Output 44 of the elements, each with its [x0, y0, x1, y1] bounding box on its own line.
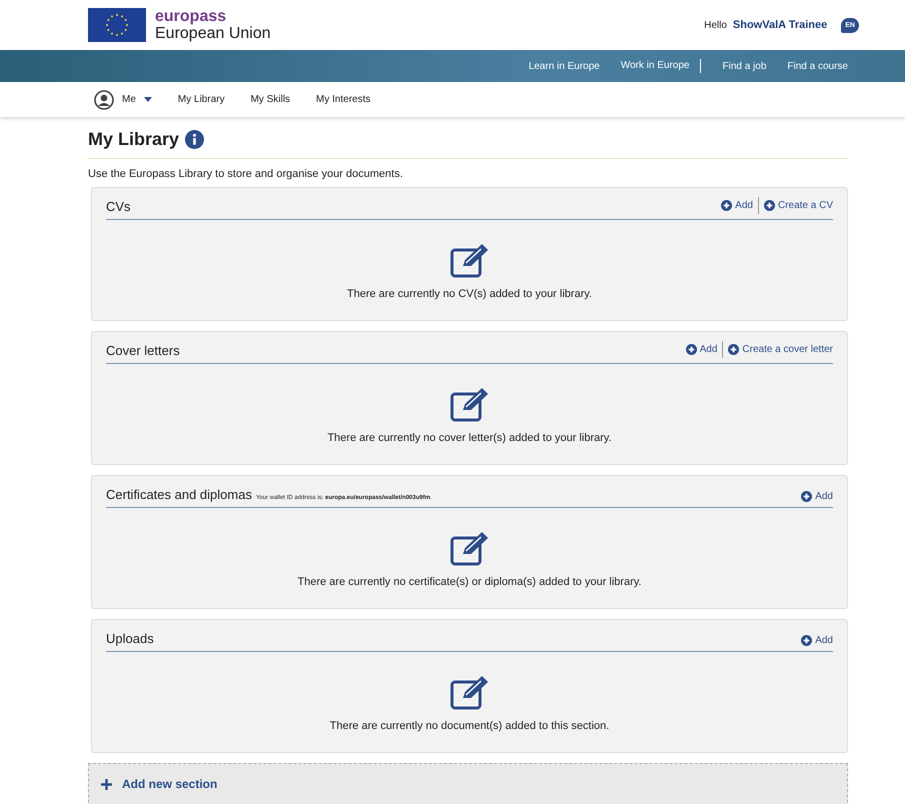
- section-action-link[interactable]: Add: [686, 344, 718, 355]
- section-title: Cover letters: [106, 343, 180, 358]
- edit-document-icon: [450, 244, 490, 278]
- brand-name: europass: [155, 8, 228, 25]
- section-title: CVs: [106, 199, 131, 214]
- me-menu-link[interactable]: Me: [122, 94, 136, 105]
- eu-flag-icon: [88, 8, 146, 42]
- info-icon[interactable]: [185, 130, 204, 149]
- empty-message: There are currently no cover letter(s) added to your library.: [327, 432, 612, 444]
- user-nav-link[interactable]: My Interests: [316, 94, 371, 105]
- user-name-link[interactable]: ShowValA Trainee: [732, 19, 828, 31]
- add-new-section-button[interactable]: Add new section: [88, 763, 848, 804]
- brand-subtitle: European Union: [155, 25, 271, 42]
- greeting: Hello: [704, 20, 727, 30]
- plus-circle-icon[interactable]: [686, 344, 697, 355]
- user-nav-link[interactable]: My Skills: [250, 94, 290, 105]
- section-action-link[interactable]: Add: [801, 491, 833, 502]
- top-nav-link[interactable]: Find a course: [787, 60, 848, 72]
- edit-document-icon: [450, 388, 490, 422]
- empty-message: There are currently no certificate(s) or diploma(s) added to your library.: [298, 576, 642, 588]
- plus-circle-icon[interactable]: [728, 344, 740, 355]
- section-action-link[interactable]: Add: [801, 635, 833, 646]
- section-action-link[interactable]: Create a cover letter: [728, 344, 833, 355]
- edit-document-icon: [450, 676, 490, 710]
- section-action-link[interactable]: Add: [721, 200, 753, 211]
- intro-text: Use the Europass Library to store and organise your documents.: [88, 168, 404, 180]
- caret-icon[interactable]: [144, 97, 152, 102]
- section-title: Certificates and diplomas: [106, 487, 252, 502]
- page-title: My Library: [88, 129, 180, 150]
- user-nav-link[interactable]: My Library: [178, 94, 225, 105]
- top-nav-link[interactable]: Find a job: [722, 60, 766, 72]
- plus-circle-icon[interactable]: [764, 200, 775, 211]
- section-title: Uploads: [106, 631, 154, 646]
- top-nav-link[interactable]: Work in Europe: [620, 59, 702, 73]
- section-action-link[interactable]: Create a CV: [764, 200, 833, 211]
- plus-icon[interactable]: [101, 778, 112, 790]
- empty-message: There are currently no document(s) added to this section.: [330, 720, 610, 732]
- avatar-icon[interactable]: [94, 90, 114, 110]
- empty-message: There are currently no CV(s) added to your library.: [347, 288, 592, 300]
- edit-document-icon: [450, 532, 490, 566]
- plus-circle-icon[interactable]: [801, 635, 812, 646]
- top-nav-link[interactable]: Learn in Europe: [528, 60, 600, 72]
- plus-circle-icon[interactable]: [721, 200, 732, 211]
- plus-circle-icon[interactable]: [801, 491, 812, 502]
